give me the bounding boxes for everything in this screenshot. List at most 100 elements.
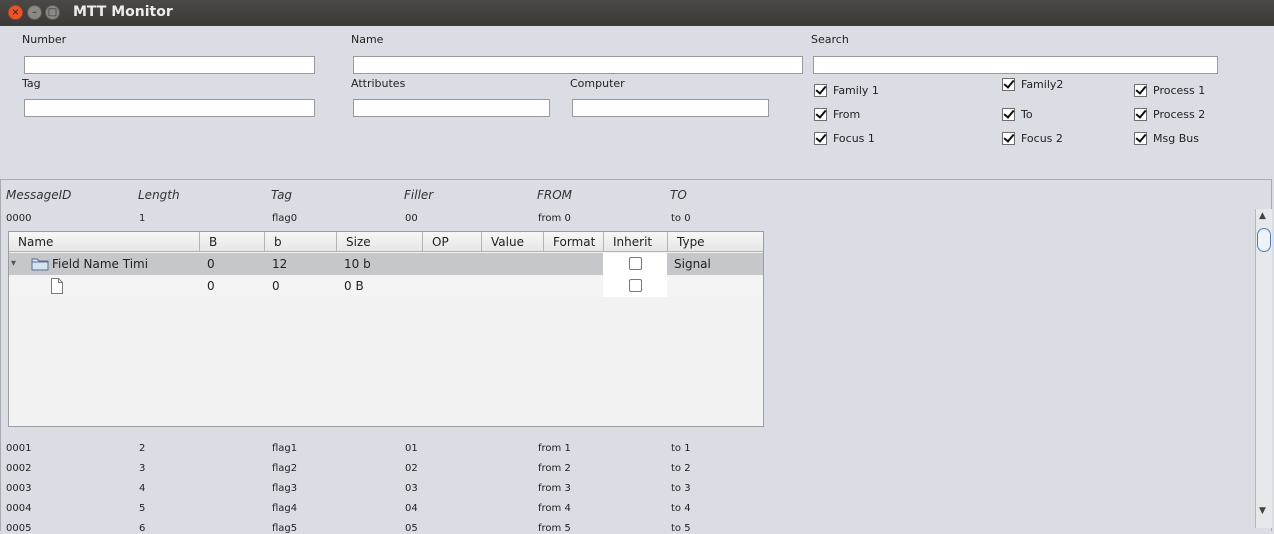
cell-to: to 4 xyxy=(671,503,691,514)
field-tree-table: Name B b Size OP Value Format Inherit Ty… xyxy=(8,231,764,427)
checkbox-focus-2[interactable]: Focus 2 xyxy=(1002,132,1063,145)
cell-messageid: 0001 xyxy=(6,443,32,454)
column-inherit[interactable]: Inherit xyxy=(604,232,668,252)
checkbox-to[interactable]: To xyxy=(1002,108,1033,121)
cell-filler: 00 xyxy=(405,213,418,224)
checkbox-msg-bus[interactable]: Msg Bus xyxy=(1134,132,1199,145)
tree-row[interactable]: ▾ Field Name Timi 0 12 10 b Signal xyxy=(9,253,763,275)
cell-messageid: 0005 xyxy=(6,523,32,534)
cell-from: from 1 xyxy=(538,443,571,454)
attributes-input[interactable] xyxy=(353,99,550,117)
checkbox-box[interactable] xyxy=(1002,108,1015,121)
header-tag: Tag xyxy=(271,188,293,202)
column-value[interactable]: Value xyxy=(482,232,544,252)
cell-length: 4 xyxy=(139,483,146,494)
column-B[interactable]: B xyxy=(200,232,265,252)
checkbox-process-1[interactable]: Process 1 xyxy=(1134,84,1205,97)
tree-cell-inherit xyxy=(603,253,667,275)
checkbox-from[interactable]: From xyxy=(814,108,860,121)
number-label: Number xyxy=(22,33,67,46)
cell-tag: flag0 xyxy=(272,213,298,224)
checkbox-label: From xyxy=(833,108,861,121)
cell-filler: 01 xyxy=(405,443,418,454)
tree-cell-B: 0 xyxy=(207,257,215,271)
title-bar: × – □ MTT Monitor xyxy=(0,0,1274,26)
cell-from: from 5 xyxy=(538,523,571,534)
tree-cell-name: Field Name Timi xyxy=(52,257,149,271)
cell-to: to 0 xyxy=(671,213,691,224)
cell-from: from 3 xyxy=(538,483,571,494)
column-b[interactable]: b xyxy=(265,232,337,252)
checkbox-box[interactable] xyxy=(814,84,827,97)
cell-messageid: 0000 xyxy=(6,213,32,224)
header-from: FROM xyxy=(537,188,573,202)
cell-length: 2 xyxy=(139,443,146,454)
cell-filler: 02 xyxy=(405,463,418,474)
checkbox-label: Focus 2 xyxy=(1021,132,1063,145)
checkbox-label: Family 1 xyxy=(833,84,879,97)
inherit-checkbox[interactable] xyxy=(629,279,642,292)
search-input[interactable] xyxy=(813,56,1218,74)
cell-length: 5 xyxy=(139,503,146,514)
column-name[interactable]: Name xyxy=(9,232,200,252)
scroll-down-arrow[interactable]: ▼ xyxy=(1259,506,1266,516)
checkbox-box[interactable] xyxy=(814,132,827,145)
checkbox-label: To xyxy=(1021,108,1033,121)
checkbox-box[interactable] xyxy=(1002,78,1015,91)
cell-tag: flag4 xyxy=(272,503,298,514)
window-title: MTT Monitor xyxy=(73,4,173,20)
checkbox-label: Family2 xyxy=(1021,78,1064,91)
cell-tag: flag1 xyxy=(272,443,298,454)
column-size[interactable]: Size xyxy=(337,232,423,252)
tag-input[interactable] xyxy=(24,99,315,117)
vertical-scrollbar[interactable]: ▲ ▼ xyxy=(1255,209,1272,528)
tree-cell-size: 0 B xyxy=(344,279,364,293)
checkbox-box[interactable] xyxy=(1134,132,1147,145)
scroll-up-arrow[interactable]: ▲ xyxy=(1259,211,1266,221)
cell-to: to 1 xyxy=(671,443,691,454)
folder-icon xyxy=(31,256,49,272)
cell-to: to 5 xyxy=(671,523,691,534)
column-format[interactable]: Format xyxy=(544,232,604,252)
column-type[interactable]: Type xyxy=(668,232,763,252)
cell-from: from 0 xyxy=(538,213,571,224)
cell-from: from 2 xyxy=(538,463,571,474)
checkbox-family2[interactable]: Family2 xyxy=(1002,78,1063,91)
checkbox-box[interactable] xyxy=(1134,84,1147,97)
cell-tag: flag3 xyxy=(272,483,298,494)
checkbox-family-1[interactable]: Family 1 xyxy=(814,84,879,97)
inherit-checkbox[interactable] xyxy=(629,257,642,270)
checkbox-box[interactable] xyxy=(1134,108,1147,121)
folder-icon-glyph xyxy=(31,258,49,271)
cell-messageid: 0003 xyxy=(6,483,32,494)
header-to: TO xyxy=(670,188,687,202)
attributes-label: Attributes xyxy=(351,77,406,90)
number-input[interactable] xyxy=(24,56,315,74)
checkbox-box[interactable] xyxy=(814,108,827,121)
maximize-window-button[interactable]: □ xyxy=(45,5,60,20)
file-icon xyxy=(50,278,64,294)
checkbox-process-2[interactable]: Process 2 xyxy=(1134,108,1205,121)
scrollbar-thumb[interactable] xyxy=(1257,228,1271,252)
tree-cell-size: 10 b xyxy=(344,257,371,271)
header-filler: Filler xyxy=(404,188,434,202)
cell-filler: 05 xyxy=(405,523,418,534)
computer-input[interactable] xyxy=(572,99,769,117)
checkbox-label: Focus 1 xyxy=(833,132,875,145)
checkbox-label: Msg Bus xyxy=(1153,132,1199,145)
close-window-button[interactable]: × xyxy=(8,5,23,20)
checkbox-focus-1[interactable]: Focus 1 xyxy=(814,132,875,145)
tree-row[interactable]: 0 0 0 B xyxy=(9,275,763,297)
tree-cell-type: Signal xyxy=(674,257,711,271)
name-input[interactable] xyxy=(353,56,803,74)
minimize-window-button[interactable]: – xyxy=(27,5,42,20)
cell-messageid: 0002 xyxy=(6,463,32,474)
checkbox-label: Process 1 xyxy=(1153,84,1206,97)
column-op[interactable]: OP xyxy=(423,232,482,252)
expander-toggle[interactable]: ▾ xyxy=(11,253,16,275)
checkbox-box[interactable] xyxy=(1002,132,1015,145)
search-label: Search xyxy=(811,33,849,46)
tree-cell-b: 12 xyxy=(272,257,288,271)
computer-label: Computer xyxy=(570,77,625,90)
cell-length: 3 xyxy=(139,463,146,474)
